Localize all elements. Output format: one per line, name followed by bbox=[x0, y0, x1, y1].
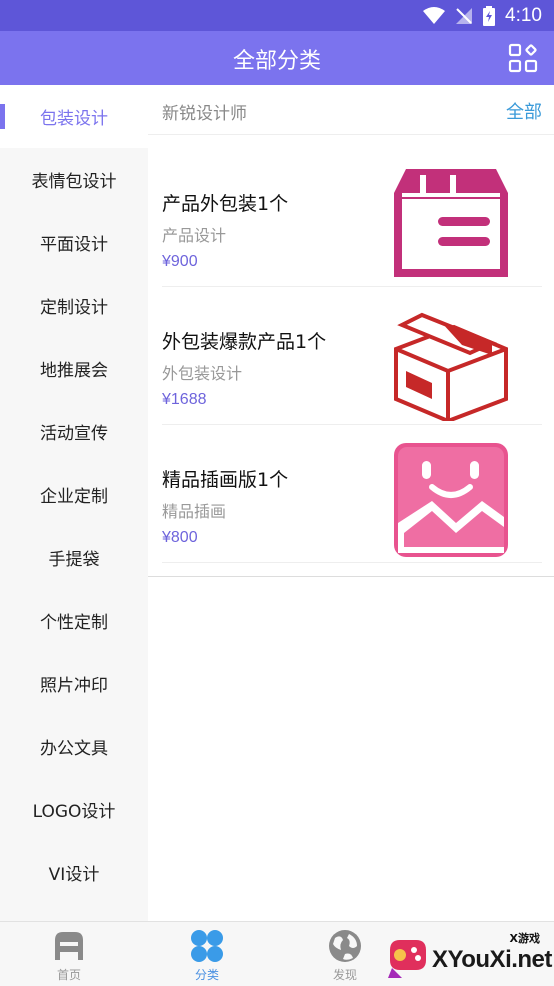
open-box-icon bbox=[394, 312, 508, 421]
watermark: XYouXi.net X游戏 bbox=[384, 930, 554, 986]
product-item[interactable]: 精品插画版1个 精品插画 ¥800 bbox=[148, 425, 554, 563]
category-icon bbox=[191, 930, 223, 962]
battery-charging-icon bbox=[483, 6, 496, 26]
product-price: ¥800 bbox=[162, 529, 198, 546]
wifi-icon bbox=[423, 7, 446, 24]
product-price: ¥1688 bbox=[162, 391, 207, 408]
sidebar-item-handbag[interactable]: 手提袋 bbox=[0, 526, 148, 589]
watermark-text: XYouXi.net bbox=[432, 946, 552, 973]
product-category: 精品插画 bbox=[162, 502, 227, 521]
content-panel: 新锐设计师 全部 产品外包装1个 产品设计 ¥900 外包装爆款产品1个 外包装… bbox=[148, 85, 554, 921]
home-icon bbox=[55, 932, 83, 960]
sidebar-item-emoji[interactable]: 表情包设计 bbox=[0, 148, 148, 211]
sidebar-item-enterprise[interactable]: 企业定制 bbox=[0, 463, 148, 526]
sidebar-item-personal[interactable]: 个性定制 bbox=[0, 589, 148, 652]
globe-icon bbox=[329, 930, 361, 962]
watermark-tag: X游戏 bbox=[509, 932, 540, 945]
sidebar-item-label: 表情包设计 bbox=[31, 172, 117, 192]
sidebar-item-vi[interactable]: VI设计 bbox=[0, 841, 148, 904]
tab-label: 首页 bbox=[56, 968, 81, 982]
sidebar-item-photo-print[interactable]: 照片冲印 bbox=[0, 652, 148, 715]
row-divider bbox=[162, 562, 542, 563]
sidebar-item-label: 地推展会 bbox=[40, 361, 108, 381]
product-name: 产品外包装1个 bbox=[162, 193, 289, 215]
sidebar-item-promotion[interactable]: 活动宣传 bbox=[0, 400, 148, 463]
list-end-divider bbox=[148, 576, 554, 577]
sidebar-item-packaging[interactable]: 包装设计 bbox=[0, 85, 148, 148]
product-item[interactable]: 产品外包装1个 产品设计 ¥900 bbox=[148, 149, 554, 287]
sidebar-item-stationery[interactable]: 办公文具 bbox=[0, 715, 148, 778]
app-bar: 全部分类 bbox=[0, 31, 554, 85]
sidebar-item-label: 个性定制 bbox=[40, 613, 108, 633]
status-icons: 4:10 bbox=[423, 4, 542, 28]
tab-category[interactable]: 分类 bbox=[138, 922, 276, 986]
signal-off-icon bbox=[456, 8, 473, 24]
sidebar-item-label: 包装设计 bbox=[40, 109, 108, 129]
product-price: ¥900 bbox=[162, 253, 198, 270]
package-box-icon bbox=[394, 169, 508, 277]
grid-apps-icon[interactable] bbox=[508, 43, 538, 73]
section-header: 新锐设计师 全部 bbox=[148, 85, 554, 135]
view-all-link[interactable]: 全部 bbox=[506, 98, 542, 124]
product-name: 精品插画版1个 bbox=[162, 469, 289, 491]
page-title: 全部分类 bbox=[232, 49, 321, 74]
smiley-picture-icon bbox=[394, 443, 508, 557]
sidebar-item-label: 平面设计 bbox=[40, 235, 108, 255]
sidebar-item-label: VI设计 bbox=[48, 865, 100, 885]
sidebar-item-exhibition[interactable]: 地推展会 bbox=[0, 337, 148, 400]
sidebar-item-logo[interactable]: LOGO设计 bbox=[0, 778, 148, 841]
gamepad-logo-icon bbox=[388, 940, 426, 978]
sidebar-item-label: 定制设计 bbox=[40, 298, 108, 318]
status-bar: 4:10 bbox=[0, 0, 554, 31]
sidebar-item-label: 企业定制 bbox=[40, 487, 108, 507]
sidebar-item-label: 照片冲印 bbox=[40, 676, 108, 696]
product-item[interactable]: 外包装爆款产品1个 外包装设计 ¥1688 bbox=[148, 287, 554, 425]
sidebar-item-label: 活动宣传 bbox=[40, 424, 108, 444]
product-category: 产品设计 bbox=[162, 226, 227, 245]
product-category: 外包装设计 bbox=[162, 364, 243, 383]
sidebar-item-label: 办公文具 bbox=[40, 739, 108, 759]
tab-label: 分类 bbox=[194, 968, 219, 982]
sidebar-item-graphic[interactable]: 平面设计 bbox=[0, 211, 148, 274]
status-time: 4:10 bbox=[505, 5, 542, 26]
sidebar-item-label: LOGO设计 bbox=[32, 802, 116, 822]
tab-home[interactable]: 首页 bbox=[0, 922, 138, 986]
product-name: 外包装爆款产品1个 bbox=[162, 331, 327, 353]
category-sidebar: 包装设计 表情包设计 平面设计 定制设计 地推展会 活动宣传 企业定制 手提袋 … bbox=[0, 85, 148, 921]
sidebar-item-label: 手提袋 bbox=[48, 550, 100, 570]
section-title: 新锐设计师 bbox=[162, 104, 247, 124]
sidebar-item-custom-design[interactable]: 定制设计 bbox=[0, 274, 148, 337]
